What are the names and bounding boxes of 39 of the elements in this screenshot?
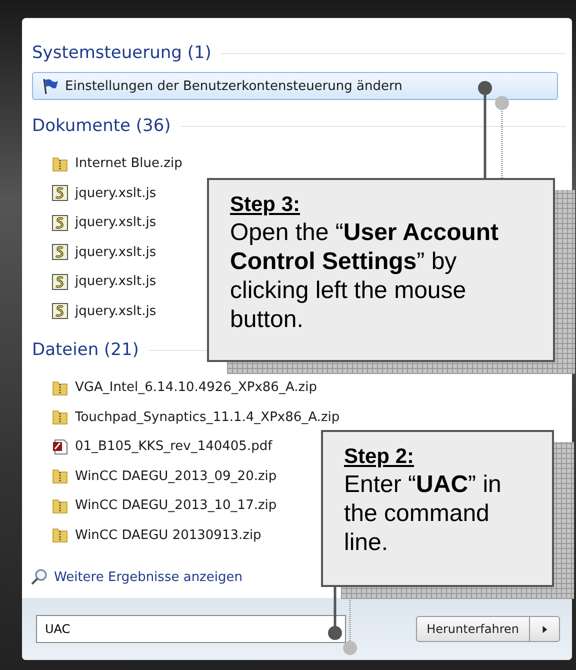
section-heading: Dateien (21)	[32, 340, 139, 360]
script-file-icon	[51, 214, 69, 232]
result-item[interactable]: WinCC DAEGU_2013_09_20.zip	[50, 466, 278, 487]
callout-text: Enter “UAC” in the command line.	[344, 470, 502, 557]
search-field[interactable]: UAC	[36, 615, 346, 643]
result-item[interactable]: WinCC DAEGU_2013_10_17.zip	[50, 495, 278, 516]
script-file-icon	[51, 272, 69, 291]
result-item[interactable]: jquery.xslt.js	[50, 300, 158, 322]
callout-title: Step 2:	[344, 444, 416, 470]
callout-title: Step 3:	[230, 192, 302, 218]
result-item[interactable]: Touchpad_Synaptics_11.1.4_XPx86_A.zip	[50, 406, 341, 428]
pdf-file-icon	[51, 438, 69, 456]
more-results-link[interactable]: Weitere Ergebnisse anzeigen	[30, 568, 242, 586]
zip-folder-icon	[51, 526, 69, 544]
result-item[interactable]: Internet Blue.zip	[50, 153, 184, 174]
section-heading: Dokumente (36)	[32, 116, 171, 136]
shutdown-options-button[interactable]	[530, 616, 560, 642]
result-item[interactable]: VGA_Intel_6.14.10.4926_XPx86_A.zip	[50, 377, 318, 398]
flag-icon	[41, 77, 59, 95]
script-file-icon	[51, 184, 69, 202]
callout-text: Open the “User Account Control Settings” by clicking left the mouse button.	[230, 218, 500, 334]
zip-folder-icon	[51, 496, 69, 515]
zip-folder-icon	[51, 378, 69, 397]
result-item[interactable]: jquery.xslt.js	[50, 212, 158, 234]
shutdown-button[interactable]: Herunterfahren	[416, 616, 530, 642]
arrow-icon	[541, 624, 548, 634]
zip-folder-icon	[51, 408, 69, 426]
search-icon	[30, 568, 48, 586]
section-heading: Systemsteuerung (1)	[32, 43, 212, 63]
script-file-icon	[51, 243, 69, 262]
result-item[interactable]: jquery.xslt.js	[50, 242, 158, 263]
result-item[interactable]: WinCC DAEGU 20130913.zip	[50, 524, 262, 546]
script-file-icon	[51, 302, 69, 320]
result-item[interactable]: 01_B105_KKS_rev_140405.pdf	[50, 436, 274, 458]
zip-folder-icon	[51, 154, 69, 173]
zip-folder-icon	[51, 467, 69, 486]
result-item[interactable]: jquery.xslt.js	[50, 271, 158, 292]
result-item[interactable]: jquery.xslt.js	[50, 182, 158, 204]
result-item[interactable]: Einstellungen der Benutzerkontensteuerung ändern	[32, 72, 558, 100]
